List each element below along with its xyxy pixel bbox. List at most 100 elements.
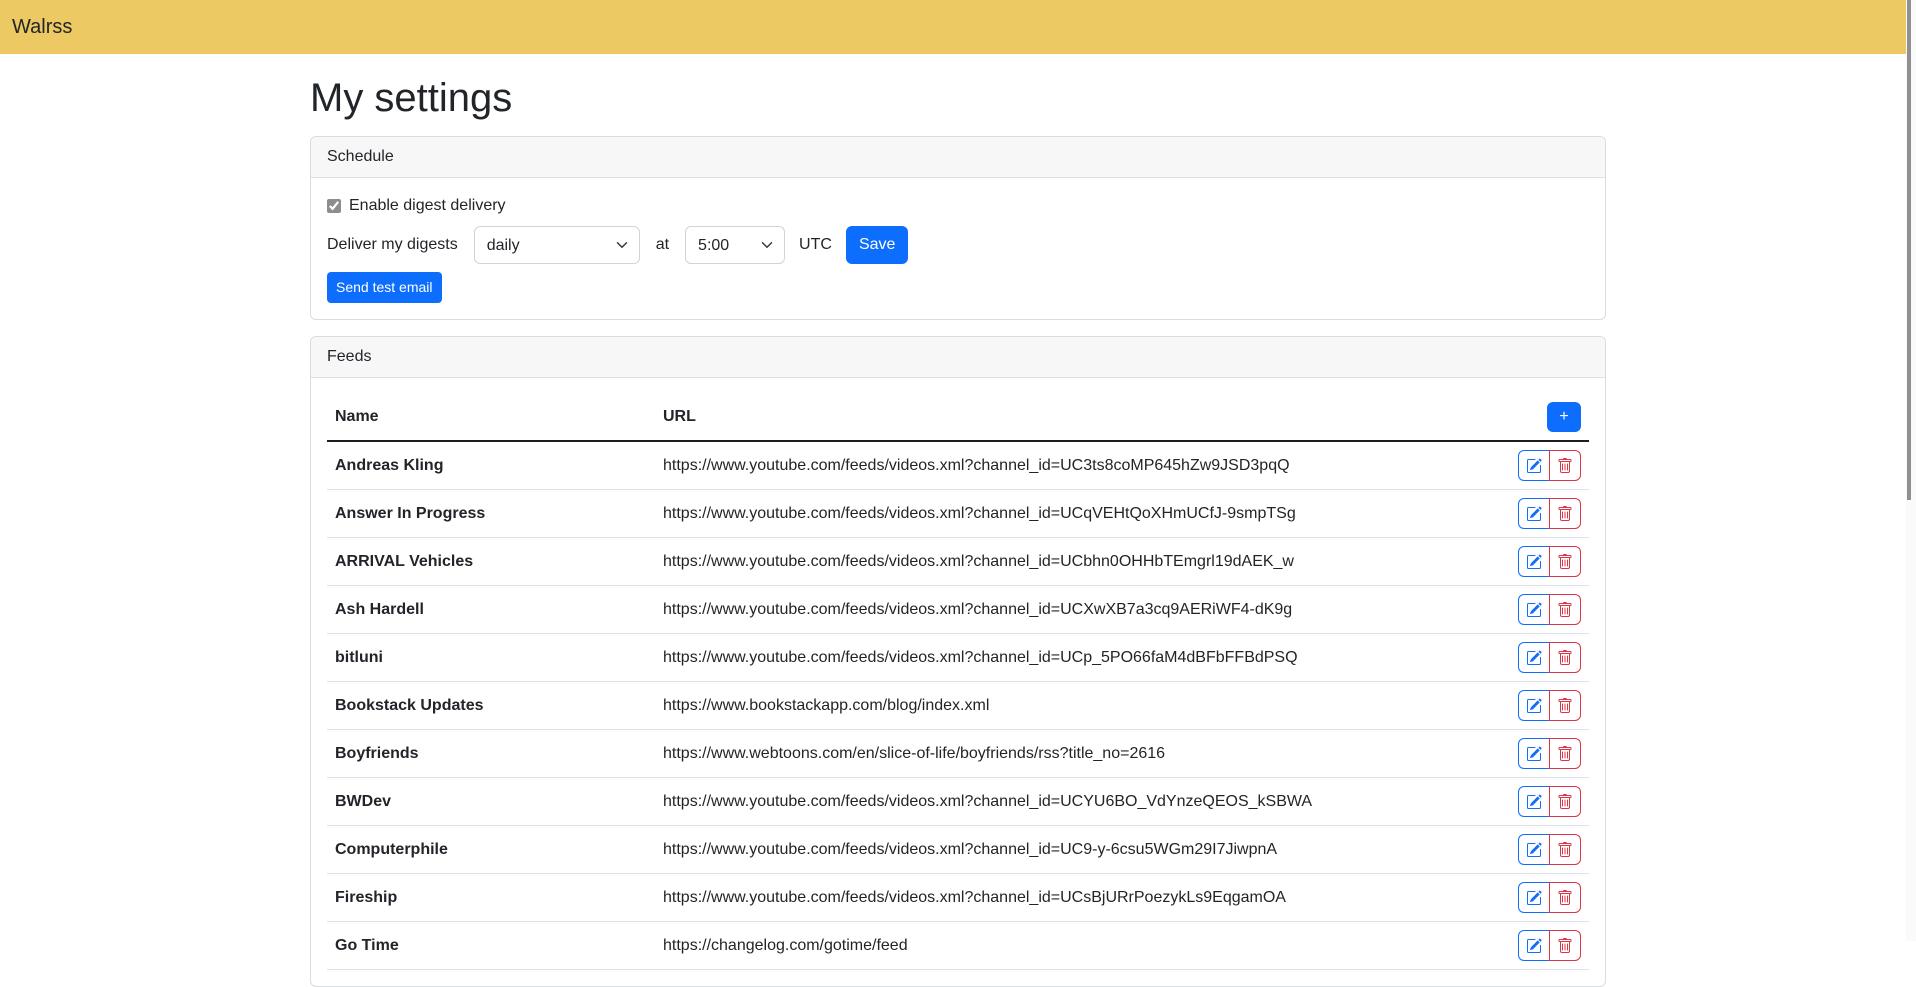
feed-name: Ash Hardell bbox=[327, 586, 655, 634]
feed-name: Andreas Kling bbox=[327, 441, 655, 490]
enable-digest-checkbox[interactable] bbox=[327, 199, 341, 213]
trash-icon bbox=[1557, 458, 1573, 474]
trash-icon bbox=[1557, 842, 1573, 858]
feed-row: Go Time https://changelog.com/gotime/fee… bbox=[327, 922, 1589, 970]
enable-digest-label: Enable digest delivery bbox=[349, 194, 506, 218]
pencil-square-icon bbox=[1526, 890, 1542, 906]
feed-actions bbox=[1518, 882, 1581, 913]
feed-name: Boyfriends bbox=[327, 730, 655, 778]
edit-feed-button[interactable] bbox=[1518, 786, 1550, 817]
edit-feed-button[interactable] bbox=[1518, 738, 1550, 769]
edit-feed-button[interactable] bbox=[1518, 882, 1550, 913]
feed-row: Computerphile https://www.youtube.com/fe… bbox=[327, 826, 1589, 874]
feed-url: https://www.youtube.com/feeds/videos.xml… bbox=[655, 778, 1499, 826]
at-label: at bbox=[656, 233, 669, 257]
edit-feed-button[interactable] bbox=[1518, 450, 1550, 481]
column-header-url: URL bbox=[655, 394, 1499, 441]
page-title: My settings bbox=[310, 74, 1606, 122]
delete-feed-button[interactable] bbox=[1549, 450, 1581, 481]
time-select[interactable]: 5:00 bbox=[685, 226, 785, 264]
trash-icon bbox=[1557, 938, 1573, 954]
feed-row: Andreas Kling https://www.youtube.com/fe… bbox=[327, 441, 1589, 490]
trash-icon bbox=[1557, 890, 1573, 906]
feed-name: Fireship bbox=[327, 874, 655, 922]
delete-feed-button[interactable] bbox=[1549, 834, 1581, 865]
feed-name: Bookstack Updates bbox=[327, 682, 655, 730]
save-button[interactable]: Save bbox=[846, 226, 908, 264]
feeds-table-header-row: Name URL + bbox=[327, 394, 1589, 441]
pencil-square-icon bbox=[1526, 746, 1542, 762]
feed-name: BWDev bbox=[327, 778, 655, 826]
enable-digest-row: Enable digest delivery bbox=[327, 194, 1589, 218]
edit-feed-button[interactable] bbox=[1518, 498, 1550, 529]
frequency-select[interactable]: daily bbox=[474, 226, 640, 264]
navbar: Walrss bbox=[0, 0, 1916, 54]
feed-row: Fireship https://www.youtube.com/feeds/v… bbox=[327, 874, 1589, 922]
feed-actions bbox=[1518, 834, 1581, 865]
edit-feed-button[interactable] bbox=[1518, 690, 1550, 721]
edit-feed-button[interactable] bbox=[1518, 642, 1550, 673]
delete-feed-button[interactable] bbox=[1549, 498, 1581, 529]
trash-icon bbox=[1557, 554, 1573, 570]
feed-name: Answer In Progress bbox=[327, 490, 655, 538]
schedule-card: Schedule Enable digest delivery Deliver … bbox=[310, 136, 1606, 320]
feed-row: bitluni https://www.youtube.com/feeds/vi… bbox=[327, 634, 1589, 682]
add-feed-button[interactable]: + bbox=[1547, 402, 1581, 432]
feed-url: https://www.youtube.com/feeds/videos.xml… bbox=[655, 586, 1499, 634]
plus-icon: + bbox=[1559, 409, 1568, 425]
feed-row: Bookstack Updates https://www.bookstacka… bbox=[327, 682, 1589, 730]
navbar-brand[interactable]: Walrss bbox=[12, 12, 72, 42]
pencil-square-icon bbox=[1526, 842, 1542, 858]
feed-url: https://www.youtube.com/feeds/videos.xml… bbox=[655, 490, 1499, 538]
delete-feed-button[interactable] bbox=[1549, 930, 1581, 961]
pencil-square-icon bbox=[1526, 698, 1542, 714]
feed-url: https://www.webtoons.com/en/slice-of-lif… bbox=[655, 730, 1499, 778]
trash-icon bbox=[1557, 746, 1573, 762]
feeds-table: Name URL + Andreas Kling https://www.you… bbox=[327, 394, 1589, 970]
feed-name: Go Time bbox=[327, 922, 655, 970]
pencil-square-icon bbox=[1526, 650, 1542, 666]
feed-url: https://changelog.com/gotime/feed bbox=[655, 922, 1499, 970]
feed-row: Ash Hardell https://www.youtube.com/feed… bbox=[327, 586, 1589, 634]
delivery-controls-row: Deliver my digests daily at 5:00 UTC Sav… bbox=[327, 226, 1589, 264]
feed-url: https://www.youtube.com/feeds/videos.xml… bbox=[655, 874, 1499, 922]
delete-feed-button[interactable] bbox=[1549, 882, 1581, 913]
delete-feed-button[interactable] bbox=[1549, 546, 1581, 577]
trash-icon bbox=[1557, 650, 1573, 666]
pencil-square-icon bbox=[1526, 794, 1542, 810]
send-test-email-button[interactable]: Send test email bbox=[327, 272, 442, 303]
utc-label: UTC bbox=[799, 233, 832, 257]
delete-feed-button[interactable] bbox=[1549, 642, 1581, 673]
feed-url: https://www.bookstackapp.com/blog/index.… bbox=[655, 682, 1499, 730]
edit-feed-button[interactable] bbox=[1518, 930, 1550, 961]
feed-url: https://www.youtube.com/feeds/videos.xml… bbox=[655, 441, 1499, 490]
edit-feed-button[interactable] bbox=[1518, 546, 1550, 577]
pencil-square-icon bbox=[1526, 506, 1542, 522]
delete-feed-button[interactable] bbox=[1549, 786, 1581, 817]
scrollbar-thumb[interactable] bbox=[1907, 0, 1911, 500]
feed-row: ARRIVAL Vehicles https://www.youtube.com… bbox=[327, 538, 1589, 586]
feed-actions bbox=[1518, 930, 1581, 961]
feed-actions bbox=[1518, 594, 1581, 625]
feed-actions bbox=[1518, 498, 1581, 529]
feed-actions bbox=[1518, 690, 1581, 721]
trash-icon bbox=[1557, 602, 1573, 618]
scrollbar-track[interactable] bbox=[1906, 0, 1916, 941]
delete-feed-button[interactable] bbox=[1549, 738, 1581, 769]
feeds-table-body: Andreas Kling https://www.youtube.com/fe… bbox=[327, 441, 1589, 970]
pencil-square-icon bbox=[1526, 938, 1542, 954]
edit-feed-button[interactable] bbox=[1518, 594, 1550, 625]
feeds-card: Feeds Name URL + Andreas Kling https://w… bbox=[310, 336, 1606, 987]
column-header-name: Name bbox=[327, 394, 655, 441]
delete-feed-button[interactable] bbox=[1549, 690, 1581, 721]
trash-icon bbox=[1557, 794, 1573, 810]
delete-feed-button[interactable] bbox=[1549, 594, 1581, 625]
pencil-square-icon bbox=[1526, 554, 1542, 570]
schedule-card-body: Enable digest delivery Deliver my digest… bbox=[311, 178, 1605, 319]
feed-name: Computerphile bbox=[327, 826, 655, 874]
feed-actions bbox=[1518, 642, 1581, 673]
feed-actions bbox=[1518, 450, 1581, 481]
feed-name: bitluni bbox=[327, 634, 655, 682]
edit-feed-button[interactable] bbox=[1518, 834, 1550, 865]
feed-url: https://www.youtube.com/feeds/videos.xml… bbox=[655, 826, 1499, 874]
